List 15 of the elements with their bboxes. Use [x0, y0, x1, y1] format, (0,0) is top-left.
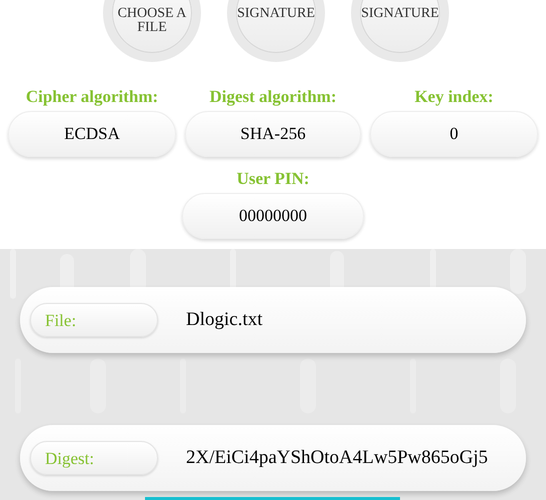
field-label: Key index: — [414, 87, 494, 107]
action-button[interactable]: CHOOSE A FILE — [103, 0, 201, 62]
pin-field[interactable]: 00000000 — [182, 193, 364, 239]
result-label: Digest: — [30, 441, 158, 475]
result-value: 2X/EiCi4paYShOtoA4Lw5Pw865oGj5 — [186, 447, 488, 469]
field-label: Cipher algorithm: — [26, 87, 158, 107]
action-button[interactable]: SIGNATURE — [227, 0, 325, 62]
result-value: Dlogic.txt — [186, 309, 263, 331]
input-field[interactable]: ECDSA — [8, 111, 176, 157]
input-field[interactable]: 0 — [370, 111, 538, 157]
field-label: Digest algorithm: — [209, 87, 336, 107]
result-label: File: — [30, 303, 158, 337]
action-button[interactable]: SIGNATURE — [351, 0, 449, 62]
field-label: User PIN: — [236, 169, 310, 189]
input-field[interactable]: SHA-256 — [185, 111, 361, 157]
